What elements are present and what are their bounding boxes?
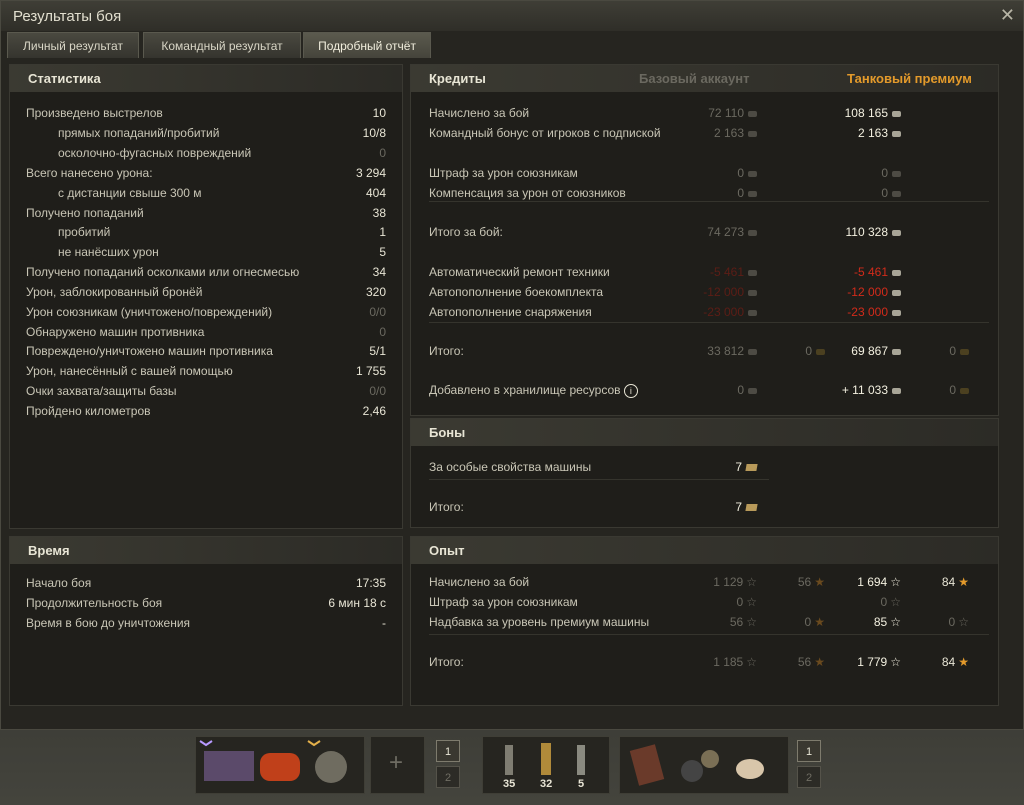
- divider: [429, 634, 989, 635]
- credits-icon: [748, 229, 757, 236]
- divider: [429, 201, 989, 202]
- credits-icon: [892, 130, 901, 137]
- xp-star-icon: ☆: [890, 655, 901, 669]
- bonds-header: Боны: [411, 419, 998, 446]
- ammo-count: 5: [578, 778, 585, 790]
- tab-detailed-report[interactable]: Подробный отчёт: [303, 32, 431, 58]
- equipment-slots: [195, 736, 365, 794]
- close-icon[interactable]: ✕: [1000, 5, 1015, 26]
- shell-set-2[interactable]: 2: [436, 766, 460, 788]
- consumables-icons: [629, 744, 764, 786]
- credits-icon: [892, 387, 901, 394]
- credits-icon: [892, 170, 901, 177]
- gold-icon: [960, 387, 969, 394]
- credits-icon: [892, 110, 901, 117]
- credits-icon: [892, 289, 901, 296]
- credits-icon: [892, 229, 901, 236]
- bond-icon: [745, 464, 758, 472]
- coffee-icon: [736, 759, 764, 779]
- repair-kit-icon: [681, 760, 703, 782]
- credits-header: Кредиты Базовый аккаунт Танковый премиум: [411, 65, 998, 92]
- credits-icon: [748, 170, 757, 177]
- tab-personal-result[interactable]: Личный результат: [7, 32, 139, 58]
- window-title: Результаты боя: [13, 8, 122, 25]
- statistics-header: Статистика: [10, 65, 402, 92]
- time-title: Время: [28, 543, 70, 558]
- base-value: 72 110: [708, 106, 757, 120]
- battle-results-window: Результаты боя ✕ Личный результат Команд…: [0, 0, 1024, 730]
- credits-title: Кредиты: [429, 71, 486, 86]
- xp-star-icon: ☆: [746, 595, 757, 609]
- experience-header: Опыт: [411, 537, 998, 564]
- xp-star-icon: ☆: [746, 615, 757, 629]
- title-bar: Результаты боя ✕: [1, 1, 1023, 31]
- xp-star-icon: ☆: [890, 615, 901, 629]
- bonds-title: Боны: [429, 425, 466, 440]
- experience-panel: Опыт Начислено за бой 1 129 ☆ 56 ★ 1 694 ☆ …: [410, 536, 999, 706]
- credits-icon: [748, 309, 757, 316]
- xp-star-icon: ☆: [890, 595, 901, 609]
- gear-icon: [701, 750, 719, 768]
- credits-icon: [892, 348, 901, 355]
- shell-set-1[interactable]: 1: [436, 740, 460, 762]
- plus-icon: +: [389, 749, 404, 776]
- add-slot[interactable]: +: [370, 736, 425, 794]
- gold-icon: [960, 348, 969, 355]
- apcr-shell-icon: [541, 743, 551, 775]
- info-icon[interactable]: i: [623, 383, 638, 398]
- free-xp-star-icon: ☆: [958, 615, 969, 629]
- statistics-title: Статистика: [28, 71, 101, 86]
- free-xp-star-icon: ★: [814, 575, 825, 589]
- he-shell-icon: [577, 745, 585, 775]
- first-aid-kit-icon: [629, 744, 665, 786]
- consumable-set-1[interactable]: 1: [797, 740, 821, 762]
- bonds-panel: Боны За особые свойства машины 7 Итого: …: [410, 418, 999, 528]
- rammer-icon: [204, 751, 254, 781]
- xp-star-icon: ☆: [746, 575, 757, 589]
- credits-icon: [892, 269, 901, 276]
- statistics-panel: Статистика Произведено выстрелов 10 прямы…: [9, 64, 403, 529]
- vehicle-hotbar: + 1 2 35 32 5 1 2: [195, 736, 825, 796]
- premium-column-header: Танковый премиум: [847, 71, 972, 86]
- tab-team-result[interactable]: Командный результат: [143, 32, 301, 58]
- ammo-count: 32: [540, 778, 553, 790]
- free-xp-star-icon: ★: [958, 575, 969, 589]
- experience-title: Опыт: [429, 543, 465, 558]
- credits-icon: [748, 110, 757, 117]
- credits-icon: [892, 309, 901, 316]
- credits-icon: [748, 130, 757, 137]
- consumable-slots: [619, 736, 789, 794]
- credits-icon: [748, 348, 757, 355]
- credits-icon: [748, 269, 757, 276]
- equipment-icons: [199, 740, 347, 783]
- ammo-count: 35: [503, 778, 516, 790]
- premium-value: 108 165: [845, 106, 901, 120]
- toolbox-icon: [260, 753, 300, 781]
- divider: [429, 322, 989, 323]
- turbo-icon: [315, 751, 347, 783]
- consumable-set-2[interactable]: 2: [797, 766, 821, 788]
- xp-star-icon: ☆: [890, 575, 901, 589]
- gold-icon: [816, 348, 825, 355]
- credits-icon: [748, 387, 757, 394]
- credits-panel: Кредиты Базовый аккаунт Танковый премиум…: [410, 64, 999, 416]
- credits-icon: [892, 190, 901, 197]
- free-xp-star-icon: ★: [814, 615, 825, 629]
- credits-icon: [748, 289, 757, 296]
- free-xp-star-icon: ★: [814, 655, 825, 669]
- ap-shell-icon: [505, 745, 513, 775]
- xp-star-icon: ☆: [746, 655, 757, 669]
- bond-icon: [745, 504, 758, 512]
- free-xp-star-icon: ★: [958, 655, 969, 669]
- time-panel: Время Начало боя 17:35 Продолжительность …: [9, 536, 403, 706]
- time-header: Время: [10, 537, 402, 564]
- credits-icon: [748, 190, 757, 197]
- base-account-column-header: Базовый аккаунт: [639, 71, 750, 86]
- divider: [429, 479, 769, 480]
- ammo-slots: 35 32 5: [482, 736, 610, 794]
